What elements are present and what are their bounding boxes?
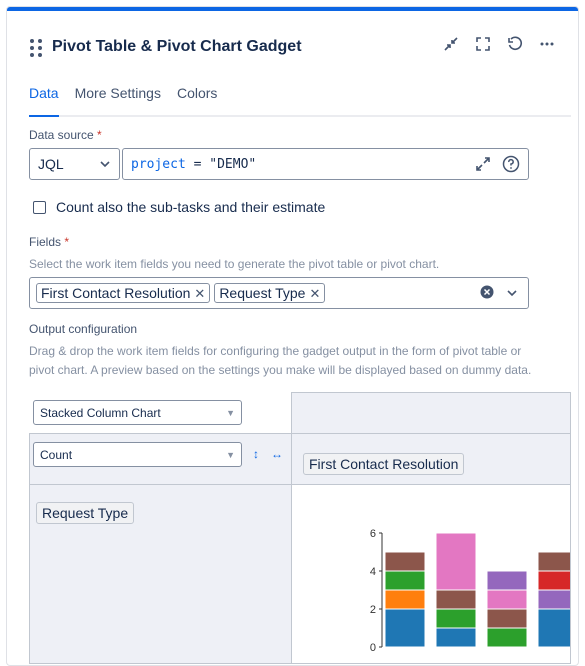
remove-chip-icon[interactable]: ✕ <box>309 285 320 302</box>
query-keyword: project <box>131 156 186 172</box>
query-value: "DEMO" <box>209 156 257 172</box>
data-source-label: Data source * <box>29 128 102 142</box>
bar-segment <box>435 532 477 591</box>
field-chip-label: Request Type <box>219 284 306 301</box>
sort-vertical-icon[interactable]: ↕ <box>253 447 259 461</box>
field-chip-label: First Contact Resolution <box>41 284 191 301</box>
column-field-pill[interactable]: First Contact Resolution <box>303 453 465 475</box>
output-help-line: pivot chart. A preview based on the sett… <box>29 363 532 377</box>
subtasks-checkbox-label: Count also the sub-tasks and their estim… <box>56 199 326 215</box>
measure-select[interactable]: Count ▼ <box>33 442 242 467</box>
fields-label: Fields * <box>29 235 69 249</box>
bar-segment <box>486 608 528 629</box>
required-mark: * <box>97 128 102 142</box>
swap-horizontal-icon[interactable]: ↔ <box>271 447 283 461</box>
fields-help-text: Select the work item fields you need to … <box>29 257 440 271</box>
bar-segment <box>384 608 426 648</box>
jql-query-input[interactable]: project = "DEMO" <box>122 148 529 180</box>
query-operator: = <box>193 156 202 172</box>
bar-segment <box>435 608 477 629</box>
accent-bar <box>7 7 578 11</box>
field-chip[interactable]: First Contact Resolution ✕ <box>36 283 211 303</box>
pivot-configurator: Stacked Column Chart ▼ Count ▼ ↕ ↔ First… <box>29 392 571 664</box>
bar-segment <box>537 608 570 648</box>
bar-segment <box>435 589 477 610</box>
bar-segment <box>486 589 528 610</box>
required-mark: * <box>64 235 70 249</box>
fields-actions <box>480 285 518 304</box>
row-field-pill[interactable]: Request Type <box>36 502 135 524</box>
bar-segment <box>384 551 426 572</box>
tab-colors[interactable]: Colors <box>177 85 217 115</box>
measure-value: Count <box>40 447 73 462</box>
help-icon[interactable] <box>502 155 520 177</box>
header-actions <box>442 35 556 53</box>
bar-segment <box>537 570 570 591</box>
data-source-type-value: JQL <box>38 156 64 172</box>
chart-type-value: Stacked Column Chart <box>40 405 161 420</box>
output-help-line: Drag & drop the work item fields for con… <box>29 344 522 358</box>
y-tick-label: 0 <box>370 642 376 654</box>
header-cell <box>291 392 571 434</box>
gadget-title: Pivot Table & Pivot Chart Gadget <box>52 38 302 55</box>
drag-handle-icon[interactable] <box>30 39 42 57</box>
y-tick-label: 4 <box>370 566 376 578</box>
stacked-column-chart: 0 2 4 6 <box>370 528 570 654</box>
bar-segment <box>537 551 570 572</box>
subtasks-checkbox[interactable] <box>33 200 46 214</box>
fields-multiselect[interactable]: First Contact Resolution ✕ Request Type … <box>29 277 529 309</box>
remove-chip-icon[interactable]: ✕ <box>194 285 205 302</box>
tab-more-settings[interactable]: More Settings <box>75 85 161 115</box>
tab-data[interactable]: Data <box>29 85 59 117</box>
output-help-text: Drag & drop the work item fields for con… <box>29 342 531 380</box>
chevron-down-icon <box>100 161 110 168</box>
fullscreen-icon[interactable] <box>474 35 492 53</box>
data-source-type-select[interactable]: JQL <box>29 148 120 180</box>
expand-icon[interactable] <box>474 155 492 177</box>
query-actions <box>474 155 520 177</box>
minimize-icon[interactable] <box>442 35 460 53</box>
fields-label-text: Fields <box>29 235 62 249</box>
field-chip[interactable]: Request Type ✕ <box>214 283 326 303</box>
bar-segment <box>435 627 477 648</box>
gadget-header: Pivot Table & Pivot Chart Gadget <box>30 37 302 57</box>
bar-segment <box>384 589 426 610</box>
refresh-icon[interactable] <box>506 35 524 53</box>
more-icon[interactable] <box>538 35 556 53</box>
pivot-gadget-card: Pivot Table & Pivot Chart Gadget Data Mo… <box>6 6 579 666</box>
chart-type-select[interactable]: Stacked Column Chart ▼ <box>33 400 242 425</box>
select-arrow-icon: ▼ <box>226 449 235 460</box>
data-source-label-text: Data source <box>29 128 94 142</box>
subtasks-option: Count also the sub-tasks and their estim… <box>33 199 325 215</box>
bar-segment <box>486 570 528 591</box>
y-tick-label: 6 <box>370 528 376 540</box>
tab-bar: Data More Settings Colors <box>29 85 571 117</box>
clear-icon[interactable] <box>480 285 494 304</box>
bar-segment <box>537 589 570 610</box>
select-arrow-icon: ▼ <box>226 407 235 418</box>
bar-segment <box>384 570 426 591</box>
y-tick-label: 2 <box>370 604 376 616</box>
chevron-down-icon[interactable] <box>506 286 518 304</box>
output-config-label: Output configuration <box>29 322 138 336</box>
bar-segment <box>486 627 528 648</box>
